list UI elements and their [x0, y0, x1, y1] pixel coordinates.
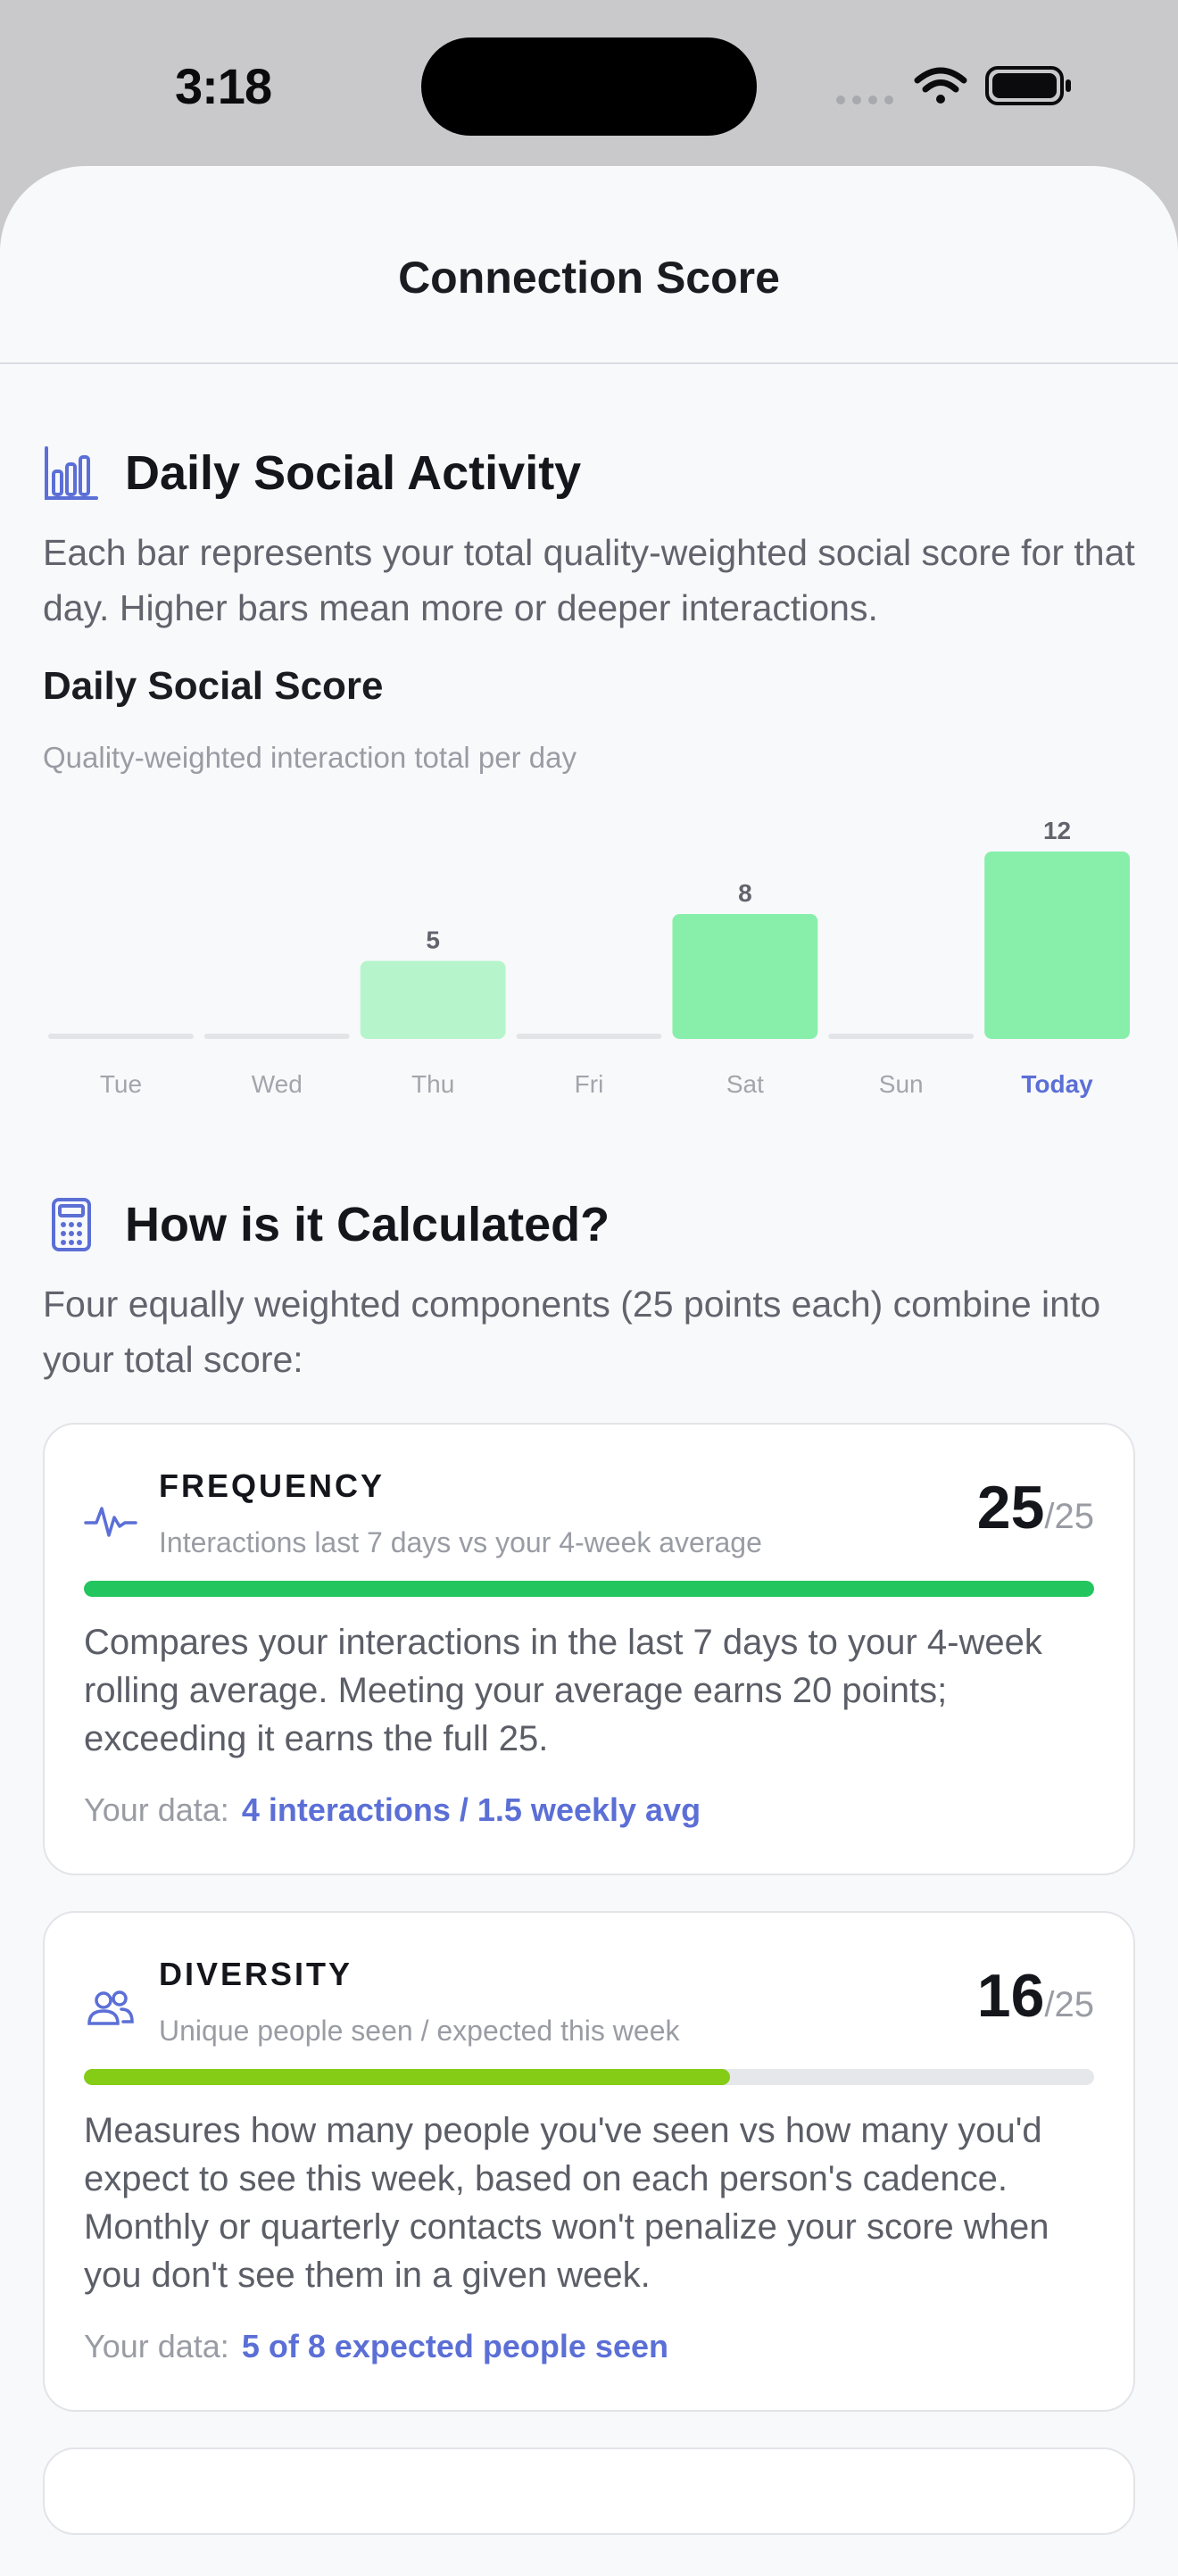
bar-tue — [48, 1034, 194, 1039]
data-label-thu: 5 — [426, 927, 440, 954]
cellular-signal-icon — [836, 96, 893, 104]
x-tick-tue: Tue — [100, 1070, 142, 1098]
wifi-icon — [914, 67, 967, 104]
score-card-frequency: FREQUENCY Interactions last 7 days vs yo… — [43, 1423, 1135, 1875]
score-max: /25 — [1044, 1497, 1094, 1536]
calc-header: How is it Calculated? — [43, 1196, 1135, 1253]
score-card-next — [43, 2447, 1135, 2535]
bar-sun — [828, 1034, 975, 1039]
nav-bar: Connection Score — [0, 166, 1178, 364]
card-score: 16/25 — [977, 1961, 1094, 2031]
x-tick-sat: Sat — [726, 1070, 764, 1098]
score-value: 25 — [976, 1474, 1045, 1541]
your-data-label: Your data: — [84, 2328, 229, 2364]
dynamic-island — [421, 37, 757, 136]
chart-subtitle: Quality-weighted interaction total per d… — [43, 741, 577, 774]
heartbeat-icon — [84, 1507, 137, 1537]
bar-chart-icon — [45, 446, 98, 500]
bar-thu — [360, 960, 506, 1039]
data-label-today: 12 — [1043, 817, 1071, 844]
progress-fill — [84, 1581, 1094, 1597]
your-data-value: 5 of 8 expected people seen — [241, 2328, 668, 2364]
people-icon — [87, 1990, 134, 2025]
your-data-row: Your data: 4 interactions / 1.5 weekly av… — [84, 1791, 1094, 1829]
x-tick-wed: Wed — [252, 1070, 303, 1098]
progress-track — [84, 2069, 1094, 2085]
card-labels: FREQUENCY Interactions last 7 days vs yo… — [159, 1464, 977, 1559]
progress-fill — [84, 2069, 731, 2085]
x-tick-thu: Thu — [411, 1070, 454, 1098]
data-label-sat: 8 — [738, 879, 752, 907]
score-card-diversity: DIVERSITY Unique people seen / expected … — [43, 1911, 1135, 2412]
x-tick-sun: Sun — [879, 1070, 924, 1098]
battery-icon — [985, 66, 1071, 105]
score-max: /25 — [1044, 1985, 1094, 2024]
bar-sat — [672, 914, 818, 1039]
activity-description: Each bar represents your total quality-w… — [43, 532, 1135, 628]
status-time: 3:18 — [175, 58, 272, 114]
x-tick-fri: Fri — [575, 1070, 604, 1098]
your-data-label: Your data: — [84, 1791, 229, 1828]
status-bar: 3:18 — [0, 0, 1178, 166]
status-icons — [836, 66, 1071, 105]
card-labels: DIVERSITY Unique people seen / expected … — [159, 1952, 977, 2048]
modal-sheet: Connection Score Daily Social Activity E… — [0, 166, 1178, 2576]
daily-score-chart: Tue Wed 5 Thu Fri 8 Sat Sun 12 Today — [43, 793, 1135, 1132]
calculator-icon — [52, 1198, 91, 1251]
card-subtitle: Unique people seen / expected this week — [159, 2015, 680, 2047]
card-score: 25/25 — [977, 1473, 1094, 1542]
x-tick-today: Today — [1021, 1070, 1093, 1098]
bar-today — [984, 852, 1130, 1039]
card-header: DIVERSITY Unique people seen / expected … — [84, 1952, 1094, 2048]
score-value: 16 — [976, 1962, 1045, 2030]
page-title: Connection Score — [398, 253, 780, 303]
calc-title: How is it Calculated? — [125, 1198, 610, 1251]
chart-title: Daily Social Score — [43, 664, 384, 708]
activity-header: Daily Social Activity — [43, 445, 1135, 502]
card-title: DIVERSITY — [159, 1956, 353, 1992]
chart-canvas: Tue Wed 5 Thu Fri 8 Sat Sun 12 Today — [48, 817, 1130, 1098]
your-data-value: 4 interactions / 1.5 weekly avg — [241, 1791, 701, 1828]
content[interactable]: Daily Social Activity Each bar represent… — [0, 445, 1178, 2535]
your-data-row: Your data: 5 of 8 expected people seen — [84, 2328, 1094, 2365]
card-description: Measures how many people you've seen vs … — [84, 2111, 1049, 2295]
card-subtitle: Interactions last 7 days vs your 4-week … — [159, 1526, 762, 1558]
progress-track — [84, 1581, 1094, 1597]
bar-fri — [516, 1034, 662, 1039]
activity-title: Daily Social Activity — [125, 446, 582, 500]
calc-description: Four equally weighted components (25 poi… — [43, 1284, 1101, 1380]
card-header: FREQUENCY Interactions last 7 days vs yo… — [84, 1464, 1094, 1559]
card-description: Compares your interactions in the last 7… — [84, 1623, 1042, 1758]
card-title: FREQUENCY — [159, 1467, 386, 1504]
bar-wed — [203, 1034, 350, 1039]
